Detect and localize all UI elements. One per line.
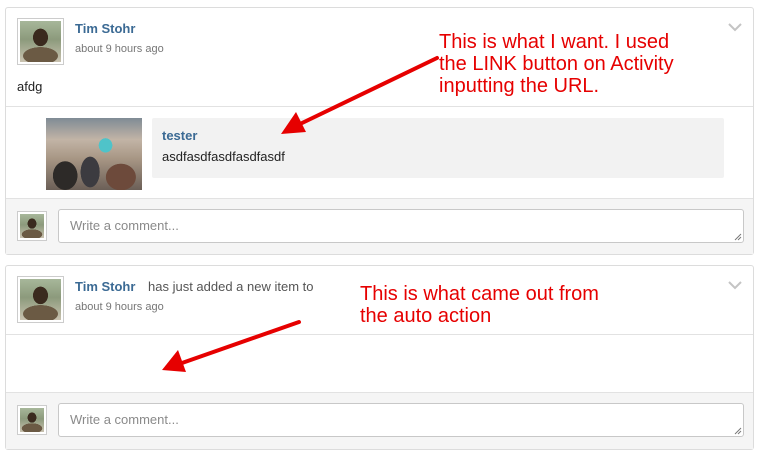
annotation-arrow-icon	[162, 320, 301, 372]
annotation-arrow-icon	[281, 56, 439, 134]
annotation-arrows	[162, 56, 439, 372]
